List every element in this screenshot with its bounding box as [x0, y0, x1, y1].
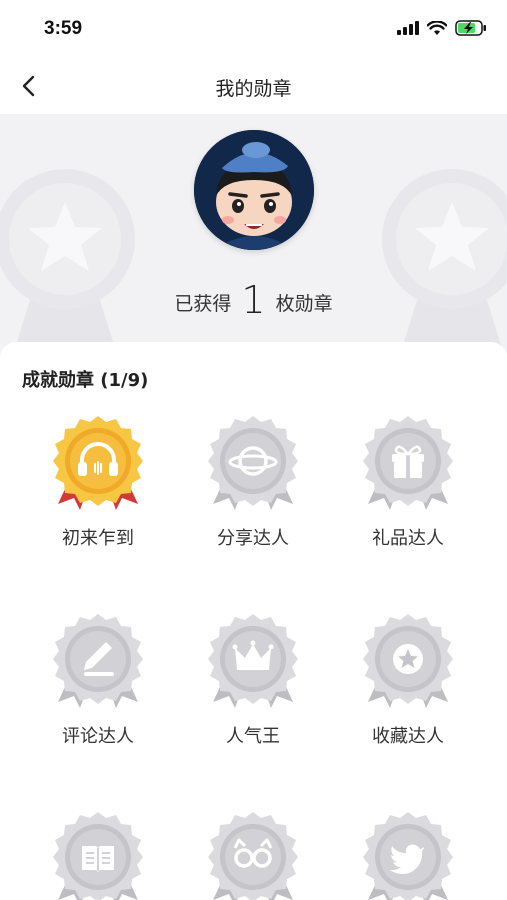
- profile-header: 已获得 1 枚勋章: [0, 114, 507, 374]
- silver-medal: [363, 812, 453, 900]
- silver-medal: [53, 614, 143, 708]
- earned-count: 1: [241, 278, 266, 322]
- badge-comment-master[interactable]: 评论达人: [33, 610, 163, 748]
- signal-icon: [397, 21, 419, 35]
- page-title: 我的勋章: [215, 78, 292, 100]
- badge-label: 礼品达人: [372, 528, 444, 549]
- cartoon-avatar-icon: [194, 130, 314, 250]
- badge-label: 初来乍到: [62, 528, 134, 549]
- badge-label: 评论达人: [62, 726, 134, 747]
- earned-prefix: 已获得: [174, 293, 232, 315]
- badge-owl[interactable]: [188, 808, 318, 900]
- star-icon: [393, 644, 423, 674]
- badge-reading[interactable]: [33, 808, 163, 900]
- earned-count-line: 已获得 1 枚勋章: [0, 278, 507, 322]
- badge-popularity-king[interactable]: 人气王: [188, 610, 318, 748]
- silver-medal: [208, 812, 298, 900]
- gold-medal: [53, 416, 143, 510]
- nav-bar: 我的勋章: [0, 58, 507, 114]
- badge-gift-master[interactable]: 礼品达人: [343, 412, 473, 550]
- status-bar: 3:59: [0, 0, 507, 58]
- achievement-badges-card: 成就勋章 (1/9) 初来乍到 分享达人 礼品达人 评论达人 人气王 收藏达人: [0, 342, 507, 900]
- silver-medal: [208, 416, 298, 510]
- book-icon: [82, 846, 114, 872]
- badge-favorite-master[interactable]: 收藏达人: [343, 610, 473, 748]
- silver-medal: [363, 416, 453, 510]
- silver-medal: [53, 812, 143, 900]
- wifi-icon: [427, 20, 447, 35]
- badge-label: 人气王: [226, 726, 280, 747]
- earned-suffix: 枚勋章: [275, 293, 333, 315]
- status-icons: [397, 20, 487, 36]
- badge-share-master[interactable]: 分享达人: [188, 412, 318, 550]
- badge-social[interactable]: [343, 808, 473, 900]
- silver-medal: [363, 614, 453, 708]
- battery-charging-icon: [455, 20, 486, 36]
- silver-medal: [208, 614, 298, 708]
- avatar[interactable]: [194, 130, 314, 250]
- status-time: 3:59: [44, 18, 83, 39]
- badge-label: 收藏达人: [372, 726, 444, 747]
- badge-first-arrival[interactable]: 初来乍到: [33, 412, 163, 550]
- badge-label: 分享达人: [217, 528, 289, 549]
- section-title: 成就勋章 (1/9): [22, 370, 149, 391]
